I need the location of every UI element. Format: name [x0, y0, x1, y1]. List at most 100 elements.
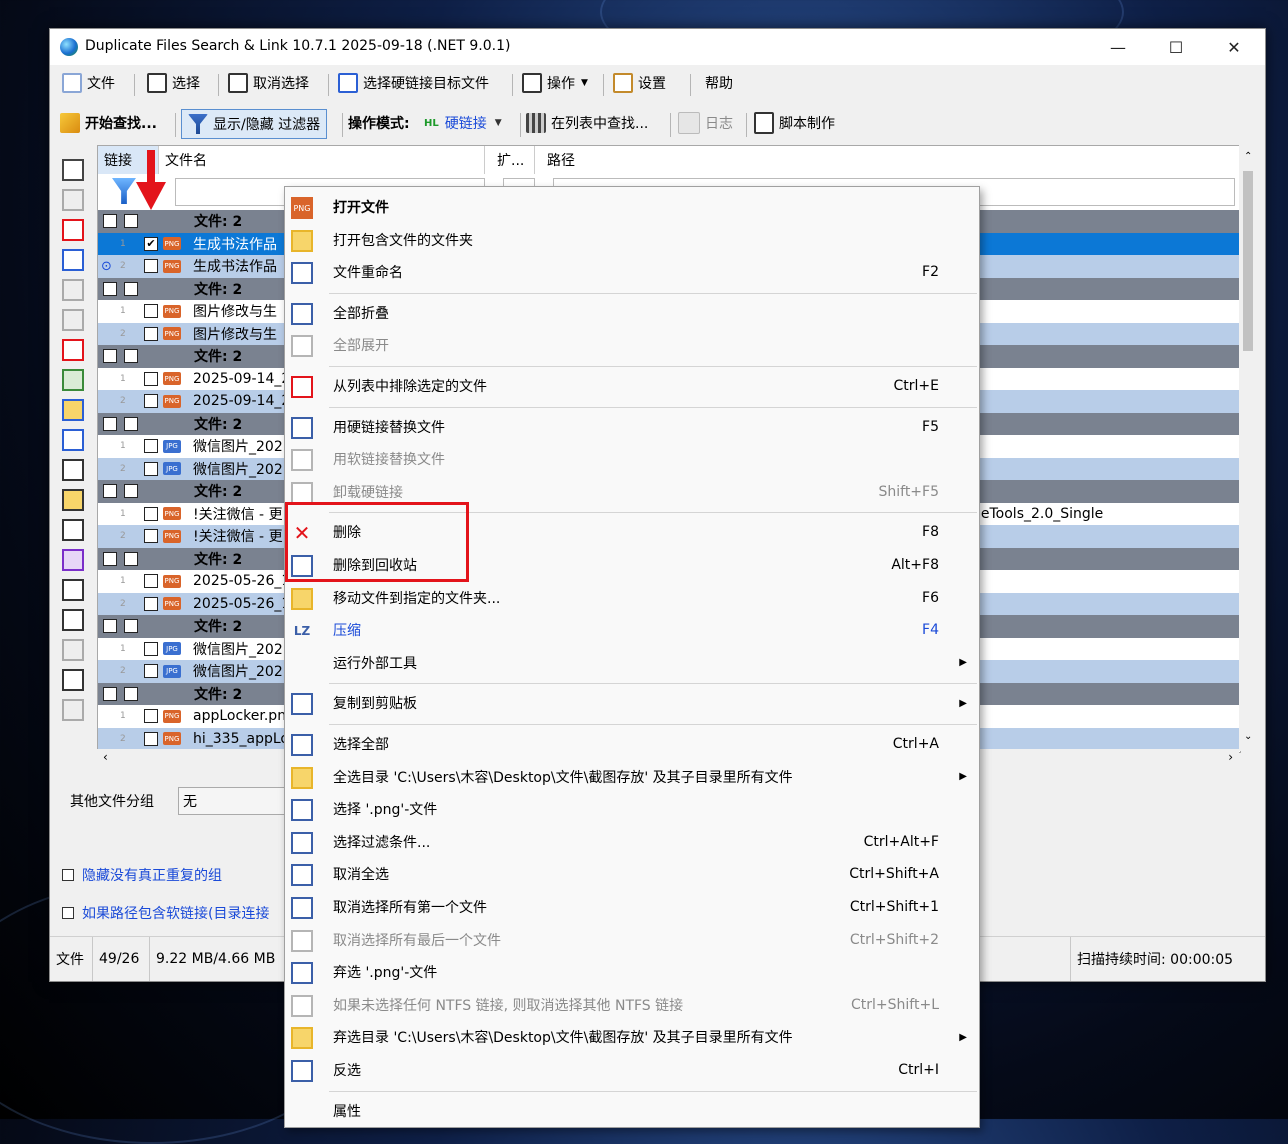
context-menu-item[interactable]: 打开包含文件的文件夹 — [285, 224, 979, 256]
context-menu-item[interactable]: 取消选择所有第一个文件 Ctrl+Shift+1 — [285, 891, 979, 923]
vertical-scrollbar[interactable]: ⌃ ⌄ — [1239, 145, 1257, 751]
menu-2[interactable]: 选择 — [147, 70, 200, 96]
group-collapse-toggle[interactable] — [103, 214, 117, 229]
scroll-up-icon[interactable]: ⌃ — [1244, 151, 1252, 162]
context-menu-item[interactable]: 移动文件到指定的文件夹... F6 — [285, 582, 979, 614]
group-checkbox[interactable] — [124, 551, 138, 566]
group-checkbox[interactable] — [124, 416, 138, 431]
row-checkbox[interactable] — [144, 709, 158, 724]
hardlink-icon[interactable] — [62, 249, 84, 271]
context-menu-item[interactable]: 运行外部工具 ▶ — [285, 647, 979, 679]
context-menu-item[interactable]: 全选目录 'C:\Users\木容\Desktop\文件\截图存放' 及其子目录… — [285, 761, 979, 793]
context-menu-item[interactable]: 取消选择所有最后一个文件 Ctrl+Shift+2 — [285, 924, 979, 956]
hide-non-dup-checkbox[interactable]: 隐藏没有真正重复的组 — [62, 865, 222, 885]
recycle-bin-icon[interactable] — [62, 369, 84, 391]
context-menu-item[interactable]: PNG 打开文件 — [285, 191, 979, 223]
menu-4[interactable]: 选择硬链接目标文件 — [338, 70, 489, 96]
group-checkbox[interactable] — [124, 281, 138, 296]
context-menu-item[interactable]: 属性 — [285, 1095, 979, 1127]
toggle-filter-button[interactable]: 显示/隐藏 过滤器 — [181, 109, 328, 139]
context-menu-item[interactable]: 全部折叠 — [285, 297, 979, 329]
row-checkbox[interactable] — [144, 259, 158, 274]
path-softlink-checkbox[interactable]: 如果路径包含软链接(目录连接 — [62, 903, 269, 923]
row-checkbox[interactable] — [144, 529, 158, 544]
deselect-first-icon[interactable] — [62, 609, 84, 631]
deselect-all-icon[interactable] — [62, 579, 84, 601]
context-menu-item[interactable]: LZ 压缩 F4 — [285, 614, 979, 646]
row-checkbox[interactable] — [144, 326, 158, 341]
row-checkbox[interactable] — [144, 664, 158, 679]
group-collapse-toggle[interactable] — [103, 551, 117, 566]
context-menu-item[interactable]: 选择过滤条件... Ctrl+Alt+F — [285, 826, 979, 858]
exclude-icon[interactable] — [62, 219, 84, 241]
folder-select-icon[interactable] — [62, 489, 84, 511]
row-checkbox[interactable] — [144, 641, 158, 656]
scroll-down-icon[interactable]: ⌄ — [1244, 731, 1252, 742]
context-menu-item[interactable]: 全部展开 — [285, 329, 979, 361]
start-search-button[interactable]: 开始查找... — [60, 110, 157, 136]
other-group-select[interactable]: 无 — [178, 787, 298, 815]
group-checkbox[interactable] — [124, 484, 138, 499]
context-menu-item[interactable]: 从列表中排除选定的文件 Ctrl+E — [285, 370, 979, 402]
op-mode-dropdown[interactable]: HL 硬链接 ▼ — [424, 110, 502, 136]
ext-select-icon[interactable] — [62, 519, 84, 541]
ext-deselect-icon[interactable] — [62, 669, 84, 691]
group-checkbox[interactable] — [124, 619, 138, 634]
delete-icon[interactable] — [62, 339, 84, 361]
menu-3[interactable]: 取消选择 — [228, 70, 309, 96]
scroll-right-icon[interactable]: › — [1228, 750, 1233, 764]
context-menu-item[interactable]: 复制到剪贴板 ▶ — [285, 687, 979, 719]
script-button[interactable]: 脚本制作 — [754, 110, 835, 136]
scroll-left-icon[interactable]: ‹ — [103, 750, 108, 764]
context-menu-item[interactable]: 弃选目录 'C:\Users\木容\Desktop\文件\截图存放' 及其子目录… — [285, 1021, 979, 1053]
maximize-button[interactable]: ☐ — [1147, 29, 1205, 65]
group-collapse-toggle[interactable] — [103, 619, 117, 634]
unlink-icon[interactable] — [62, 309, 84, 331]
deselect-last-icon[interactable] — [62, 639, 84, 661]
expand-icon[interactable] — [62, 189, 84, 211]
row-checkbox[interactable] — [144, 394, 158, 409]
column-header-path[interactable]: 路径 — [541, 146, 1240, 174]
column-header-filename[interactable]: 文件名 — [159, 146, 485, 174]
group-collapse-toggle[interactable] — [103, 281, 117, 296]
group-collapse-toggle[interactable] — [103, 349, 117, 364]
filter-select-icon[interactable] — [62, 549, 84, 571]
menu-7[interactable]: 帮助 — [705, 70, 733, 96]
compress-icon[interactable] — [62, 429, 84, 451]
group-collapse-toggle[interactable] — [103, 484, 117, 499]
group-collapse-toggle[interactable] — [103, 416, 117, 431]
context-menu-item[interactable]: 文件重命名 F2 — [285, 256, 979, 288]
menu-6[interactable]: 设置 — [613, 70, 666, 96]
row-checkbox[interactable] — [144, 574, 158, 589]
context-menu-item[interactable]: 如果未选择任何 NTFS 链接, 则取消选择其他 NTFS 链接 Ctrl+Shi… — [285, 989, 979, 1021]
row-checkbox[interactable] — [144, 506, 158, 521]
context-menu-item[interactable]: 弃选 '.png'-文件 — [285, 956, 979, 988]
close-button[interactable]: ✕ — [1205, 29, 1263, 65]
row-checkbox[interactable] — [144, 371, 158, 386]
collapse-icon[interactable] — [62, 159, 84, 181]
find-in-list-button[interactable]: 在列表中查找... — [526, 110, 648, 136]
row-checkbox[interactable] — [144, 596, 158, 611]
group-checkbox[interactable] — [124, 686, 138, 701]
context-menu-item[interactable]: 选择全部 Ctrl+A — [285, 728, 979, 760]
log-button[interactable]: 日志 — [678, 110, 733, 136]
group-checkbox[interactable] — [124, 214, 138, 229]
group-checkbox[interactable] — [124, 349, 138, 364]
context-menu-item[interactable]: 取消全选 Ctrl+Shift+A — [285, 858, 979, 890]
context-menu-item[interactable]: 用硬链接替换文件 F5 — [285, 411, 979, 443]
row-checkbox[interactable] — [144, 731, 158, 746]
move-folder-icon[interactable] — [62, 399, 84, 421]
row-checkbox[interactable] — [144, 439, 158, 454]
row-checkbox[interactable]: ✔ — [144, 236, 158, 251]
ntfs-icon[interactable] — [62, 699, 84, 721]
row-checkbox[interactable] — [144, 461, 158, 476]
scrollbar-thumb[interactable] — [1243, 171, 1253, 351]
menu-1[interactable]: 文件 — [62, 70, 115, 96]
context-menu-item[interactable]: 反选 Ctrl+I — [285, 1054, 979, 1086]
column-header-ext[interactable]: 扩... — [491, 146, 535, 174]
minimize-button[interactable]: — — [1089, 29, 1147, 65]
context-menu-item[interactable]: 选择 '.png'-文件 — [285, 793, 979, 825]
context-menu-item[interactable]: 用软链接替换文件 — [285, 443, 979, 475]
softlink-icon[interactable] — [62, 279, 84, 301]
group-collapse-toggle[interactable] — [103, 686, 117, 701]
